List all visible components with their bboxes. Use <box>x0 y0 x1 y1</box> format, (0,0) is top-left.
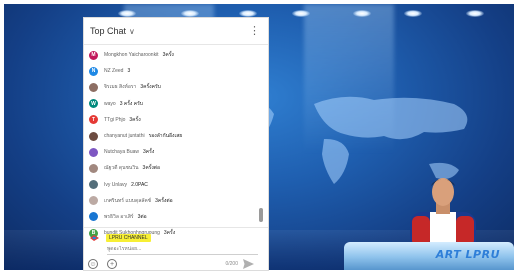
message-text: 3ครั้ง <box>162 52 174 59</box>
message-author[interactable]: TTgi Phjo <box>104 117 125 123</box>
chat-message: Nutchaya Buaw 3ครั้ง <box>84 144 268 160</box>
news-anchor-image <box>410 178 476 250</box>
avatar[interactable] <box>89 180 98 190</box>
chat-message: ณัฐวดี ดุนชนวิน 3ครั้งต่อ <box>84 160 268 176</box>
chat-message: T TTgi Phjo 3ครั้ง <box>84 112 268 128</box>
message-author[interactable]: พรธิวิล อาเสิร์ <box>104 213 134 221</box>
avatar[interactable]: N <box>89 66 98 76</box>
character-counter: 0/200 <box>225 261 238 267</box>
live-chat-panel: Top Chat ∨ ⋮ M Mongkhon Yaicharoonkit 3ครั… <box>83 17 269 271</box>
chat-toolbar: ☺ + 0/200 <box>84 259 268 271</box>
desk-logo: ART LPRU <box>435 248 500 261</box>
message-text: 3ครั้ง <box>129 116 141 123</box>
ceiling-light <box>292 10 310 17</box>
message-author[interactable]: จิรเมธ สิงห์อรา <box>104 83 136 91</box>
chat-message: chanyanut juntathi รองลำกันอีงเสย <box>84 128 268 144</box>
chat-message: พรธิวิล อาเสิร์ 3ต่อ <box>84 209 268 225</box>
avatar[interactable]: W <box>89 99 98 109</box>
ceiling-light <box>181 10 199 17</box>
avatar[interactable] <box>89 196 98 206</box>
avatar[interactable] <box>89 212 98 222</box>
message-author[interactable]: Mongkhon Yaicharoonkit <box>104 52 159 58</box>
message-text: 3ครั้ง <box>143 149 155 156</box>
avatar[interactable]: M <box>89 50 98 60</box>
channel-logo-icon <box>90 235 99 241</box>
chat-message: N NZ Zeed 3 <box>84 63 268 79</box>
ceiling-light <box>353 10 371 17</box>
chat-header: Top Chat ∨ ⋮ <box>84 18 268 45</box>
chat-mode-dropdown[interactable]: Top Chat ∨ <box>90 26 135 36</box>
message-text: 3 <box>127 68 131 75</box>
ceiling-light <box>466 10 484 17</box>
avatar[interactable] <box>89 131 98 141</box>
ceiling-light <box>118 10 136 17</box>
input-underline <box>107 254 258 255</box>
chevron-down-icon: ∨ <box>129 26 135 36</box>
channel-name-badge: LPRU CHANNEL <box>106 234 151 242</box>
chat-message-list[interactable]: M Mongkhon Yaicharoonkit 3ครั้ง N NZ Zeed 3 จิ… <box>84 45 268 238</box>
message-text: 3ครั้งครับ <box>140 84 161 91</box>
chat-scrollbar[interactable] <box>259 208 263 222</box>
ceiling-light <box>404 10 422 17</box>
chat-message: M Mongkhon Yaicharoonkit 3ครั้ง <box>84 47 268 63</box>
avatar[interactable]: T <box>89 115 98 125</box>
emoji-icon[interactable]: ☺ <box>88 259 98 269</box>
message-text: 3ต่อ <box>137 213 147 220</box>
avatar[interactable] <box>89 82 98 92</box>
message-author[interactable]: wayo <box>104 101 116 107</box>
message-text: 2.0PAC <box>131 181 148 188</box>
message-author[interactable]: Nutchaya Buaw <box>104 149 139 155</box>
avatar[interactable] <box>89 163 98 173</box>
ceiling-light <box>239 10 257 17</box>
message-author[interactable]: ณัฐวดี ดุนชนวิน <box>104 164 139 172</box>
message-author[interactable]: NZ Zeed <box>104 68 123 74</box>
message-text: 3 ครั้ง ครับ <box>119 100 143 107</box>
chat-message: เกศรินทร์ แบบดุลลัคช์ 3ครั้งต่อ <box>84 193 268 209</box>
more-options-icon[interactable]: ⋮ <box>249 25 260 37</box>
add-icon[interactable]: + <box>107 259 117 269</box>
chat-message-input[interactable] <box>107 246 257 252</box>
message-text: รองลำกันอีงเสย <box>148 133 183 140</box>
chat-compose-area: LPRU CHANNEL ☺ + 0/200 <box>84 228 268 280</box>
message-author[interactable]: chanyanut juntathi <box>104 133 145 139</box>
message-text: 3ครั้งต่อ <box>142 165 161 172</box>
send-icon[interactable] <box>243 259 254 269</box>
chat-message: จิรเมธ สิงห์อรา 3ครั้งครับ <box>84 79 268 95</box>
avatar[interactable] <box>89 147 98 157</box>
chat-message: Ivy Unlavy 2.0PAC <box>84 177 268 193</box>
message-author[interactable]: Ivy Unlavy <box>104 182 127 188</box>
chat-message: Wwayo 3 ครั้ง ครับ <box>84 96 268 112</box>
message-text: 3ครั้งต่อ <box>155 197 173 204</box>
chat-title: Top Chat <box>90 26 127 36</box>
message-author[interactable]: เกศรินทร์ แบบดุลลัคช์ <box>104 197 151 205</box>
